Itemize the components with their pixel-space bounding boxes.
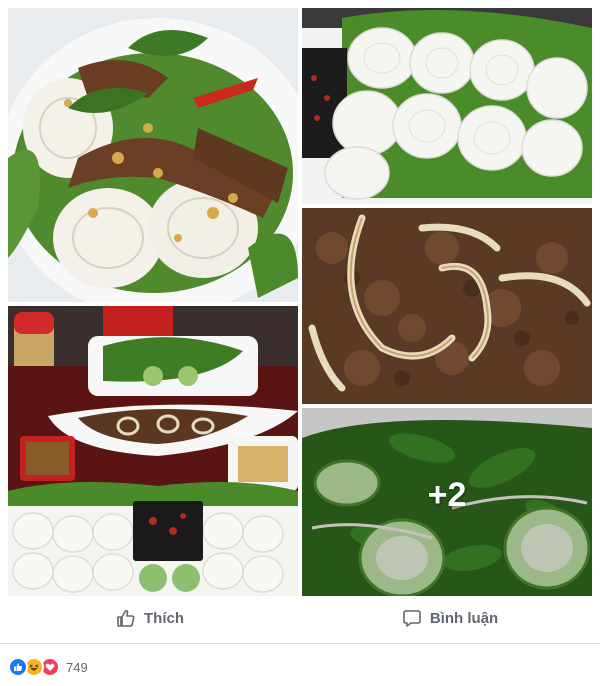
photo-meal-spread-image: [8, 306, 298, 596]
photo-noodle-salad[interactable]: [8, 8, 298, 302]
facebook-post: +2 Thích Bình luận 749: [0, 0, 600, 686]
photo-grid: +2: [8, 8, 592, 596]
speech-bubble-icon: [403, 610, 421, 627]
comment-button[interactable]: Bình luận: [300, 600, 600, 636]
divider: [0, 643, 600, 644]
like-button-label: Thích: [144, 609, 184, 627]
like-icon: [8, 657, 28, 677]
photo-meal-spread[interactable]: [8, 306, 298, 596]
photo-stir-fried-beef[interactable]: [302, 208, 592, 404]
post-actions-bar: Thích Bình luận: [0, 600, 600, 636]
more-photos-count: +2: [427, 475, 467, 514]
photo-noodle-bundles[interactable]: [302, 8, 592, 204]
reaction-count: 749: [66, 659, 88, 675]
photo-noodle-bundles-image: [302, 8, 592, 204]
photo-herbs-more[interactable]: +2: [302, 408, 592, 596]
thumbs-up-icon: [117, 609, 135, 627]
comment-button-label: Bình luận: [429, 609, 499, 627]
photo-noodle-salad-image: [8, 8, 298, 302]
like-button[interactable]: Thích: [0, 600, 300, 636]
photo-stir-fried-beef-image: [302, 208, 592, 404]
more-photos-overlay[interactable]: +2: [302, 408, 592, 596]
reactions-summary[interactable]: 749: [8, 656, 88, 678]
